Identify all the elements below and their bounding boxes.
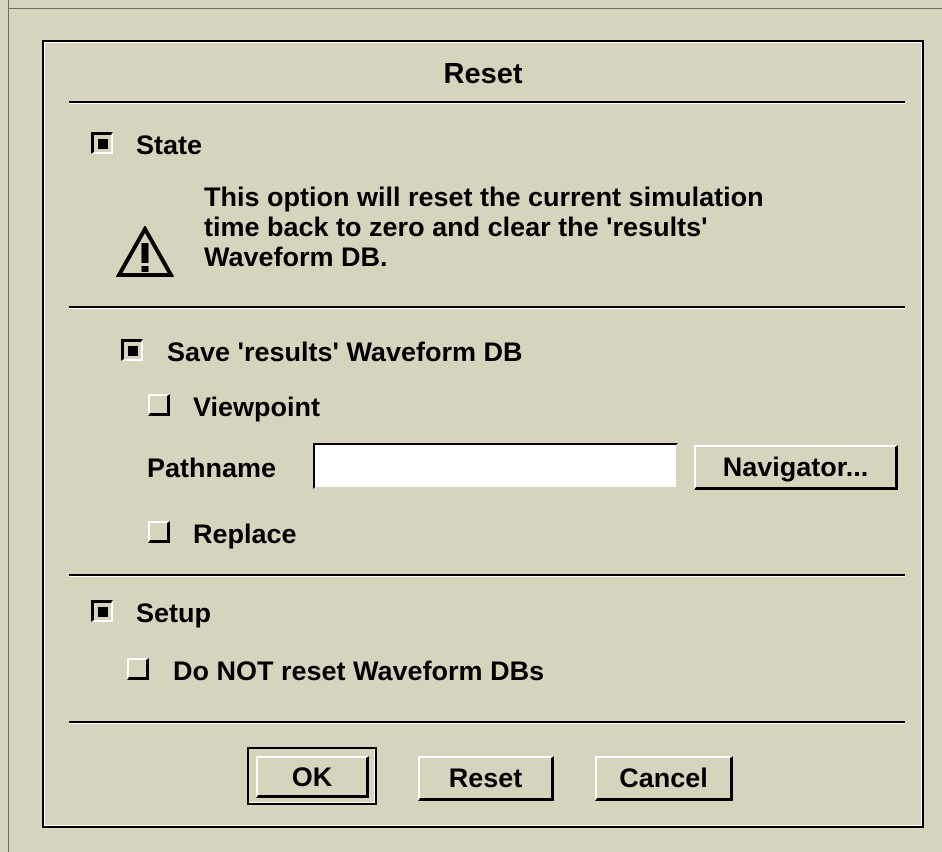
no-reset-waveform-label: Do NOT reset Waveform DBs — [173, 656, 545, 686]
warning-triangle-icon — [116, 226, 174, 277]
state-warning-text: This option will reset the current simul… — [204, 182, 764, 272]
save-results-label: Save 'results' Waveform DB — [167, 337, 523, 367]
window-top-edge — [8, 8, 942, 9]
save-results-checkbox[interactable] — [121, 339, 143, 361]
replace-label: Replace — [193, 519, 297, 549]
setup-separator — [69, 721, 905, 724]
warning-line: time back to zero and clear the 'results… — [204, 212, 708, 242]
window-left-edge — [8, 0, 9, 852]
save-separator — [69, 574, 905, 577]
navigator-button[interactable]: Navigator... — [694, 445, 898, 490]
warning-line: This option will reset the current simul… — [204, 182, 764, 212]
state-label: State — [136, 130, 203, 160]
cancel-button[interactable]: Cancel — [595, 756, 733, 801]
replace-checkbox[interactable] — [148, 521, 170, 543]
no-reset-waveform-checkbox[interactable] — [127, 658, 149, 680]
dialog-title: Reset — [443, 58, 523, 90]
reset-button[interactable]: Reset — [418, 756, 554, 801]
pathname-input[interactable] — [313, 443, 678, 489]
setup-label: Setup — [136, 598, 212, 628]
viewpoint-label: Viewpoint — [193, 392, 321, 422]
title-separator — [69, 101, 905, 104]
reset-dialog-window: Reset State This option will reset the c… — [0, 0, 942, 852]
ok-button[interactable]: OK — [256, 756, 369, 798]
pathname-label: Pathname — [147, 453, 277, 483]
state-checkbox[interactable] — [91, 132, 113, 154]
viewpoint-checkbox[interactable] — [148, 394, 170, 416]
warning-line: Waveform DB. — [204, 242, 388, 272]
setup-checkbox[interactable] — [91, 600, 113, 622]
state-separator — [69, 306, 905, 309]
